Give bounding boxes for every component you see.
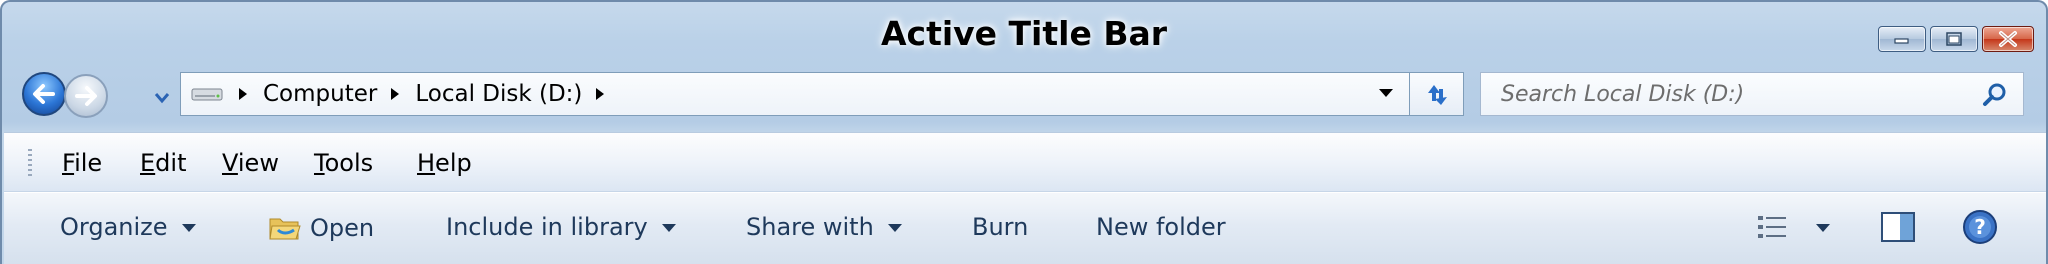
drive-icon	[191, 88, 223, 101]
maximize-button[interactable]	[1930, 26, 1978, 52]
menu-help[interactable]: Help	[417, 149, 472, 177]
chevron-down-icon	[887, 224, 902, 232]
menu-tools[interactable]: Tools	[314, 149, 373, 177]
view-list-icon	[1758, 216, 1786, 238]
refresh-button[interactable]	[1410, 72, 1464, 116]
folder-open-icon	[269, 218, 301, 240]
organize-button[interactable]: Organize	[60, 213, 196, 241]
include-in-library-button[interactable]: Include in library	[446, 213, 676, 241]
open-label: Open	[310, 214, 375, 242]
caption-buttons	[1874, 26, 2034, 52]
chevron-down-icon[interactable]	[1816, 224, 1830, 232]
chevron-down-icon	[661, 224, 676, 232]
breadcrumb-separator[interactable]	[596, 88, 605, 100]
burn-label: Burn	[972, 213, 1029, 241]
back-arrow-icon	[33, 84, 55, 104]
menu-bar: File Edit View Tools Help	[4, 132, 2046, 192]
refresh-icon	[1427, 85, 1447, 105]
breadcrumb-computer[interactable]: Computer	[263, 81, 377, 107]
menu-grip[interactable]	[28, 149, 32, 179]
search-icon[interactable]	[1981, 81, 2009, 109]
back-button[interactable]	[22, 72, 66, 116]
minimize-icon	[1894, 38, 1909, 44]
command-bar: Organize Open Include in library Share w…	[4, 192, 2046, 264]
share-with-label: Share with	[746, 213, 874, 241]
menu-view[interactable]: View	[222, 149, 279, 177]
close-button[interactable]	[1982, 26, 2034, 52]
breadcrumb-local-disk[interactable]: Local Disk (D:)	[415, 81, 582, 107]
chevron-down-icon	[181, 224, 196, 232]
explorer-window: Active Title Bar Computer Local Disk (D:…	[0, 0, 2048, 264]
address-bar[interactable]: Computer Local Disk (D:)	[180, 72, 1410, 116]
forward-arrow-icon	[75, 86, 97, 106]
new-folder-label: New folder	[1096, 213, 1226, 241]
minimize-button[interactable]	[1878, 26, 1926, 52]
address-history-dropdown[interactable]	[1379, 89, 1393, 97]
svg-text:?: ?	[1974, 215, 1986, 239]
breadcrumb-separator[interactable]	[239, 88, 247, 100]
burn-button[interactable]: Burn	[972, 213, 1028, 241]
new-folder-button[interactable]: New folder	[1096, 213, 1226, 241]
title-bar[interactable]: Active Title Bar	[2, 2, 2046, 70]
navigation-bar: Computer Local Disk (D:) Search Local Di…	[2, 68, 2046, 130]
change-view-button[interactable]	[1756, 213, 1830, 241]
maximize-icon	[1946, 32, 1962, 46]
preview-pane-icon[interactable]	[1880, 211, 1916, 243]
breadcrumb-separator[interactable]	[391, 88, 400, 100]
recent-pages-dropdown[interactable]	[152, 90, 172, 106]
forward-button[interactable]	[64, 74, 108, 118]
organize-label: Organize	[60, 213, 168, 241]
menu-edit[interactable]: Edit	[140, 149, 186, 177]
share-with-button[interactable]: Share with	[746, 213, 902, 241]
open-button[interactable]: Open	[268, 213, 374, 243]
help-icon[interactable]: ?	[1962, 209, 1998, 245]
menu-file[interactable]: File	[62, 149, 102, 177]
chevron-down-icon	[154, 93, 170, 104]
window-title: Active Title Bar	[880, 14, 1168, 53]
search-box[interactable]: Search Local Disk (D:)	[1480, 72, 2024, 116]
close-icon	[1999, 31, 2017, 47]
include-in-library-label: Include in library	[446, 213, 648, 241]
search-input[interactable]: Search Local Disk (D:)	[1501, 82, 1744, 107]
